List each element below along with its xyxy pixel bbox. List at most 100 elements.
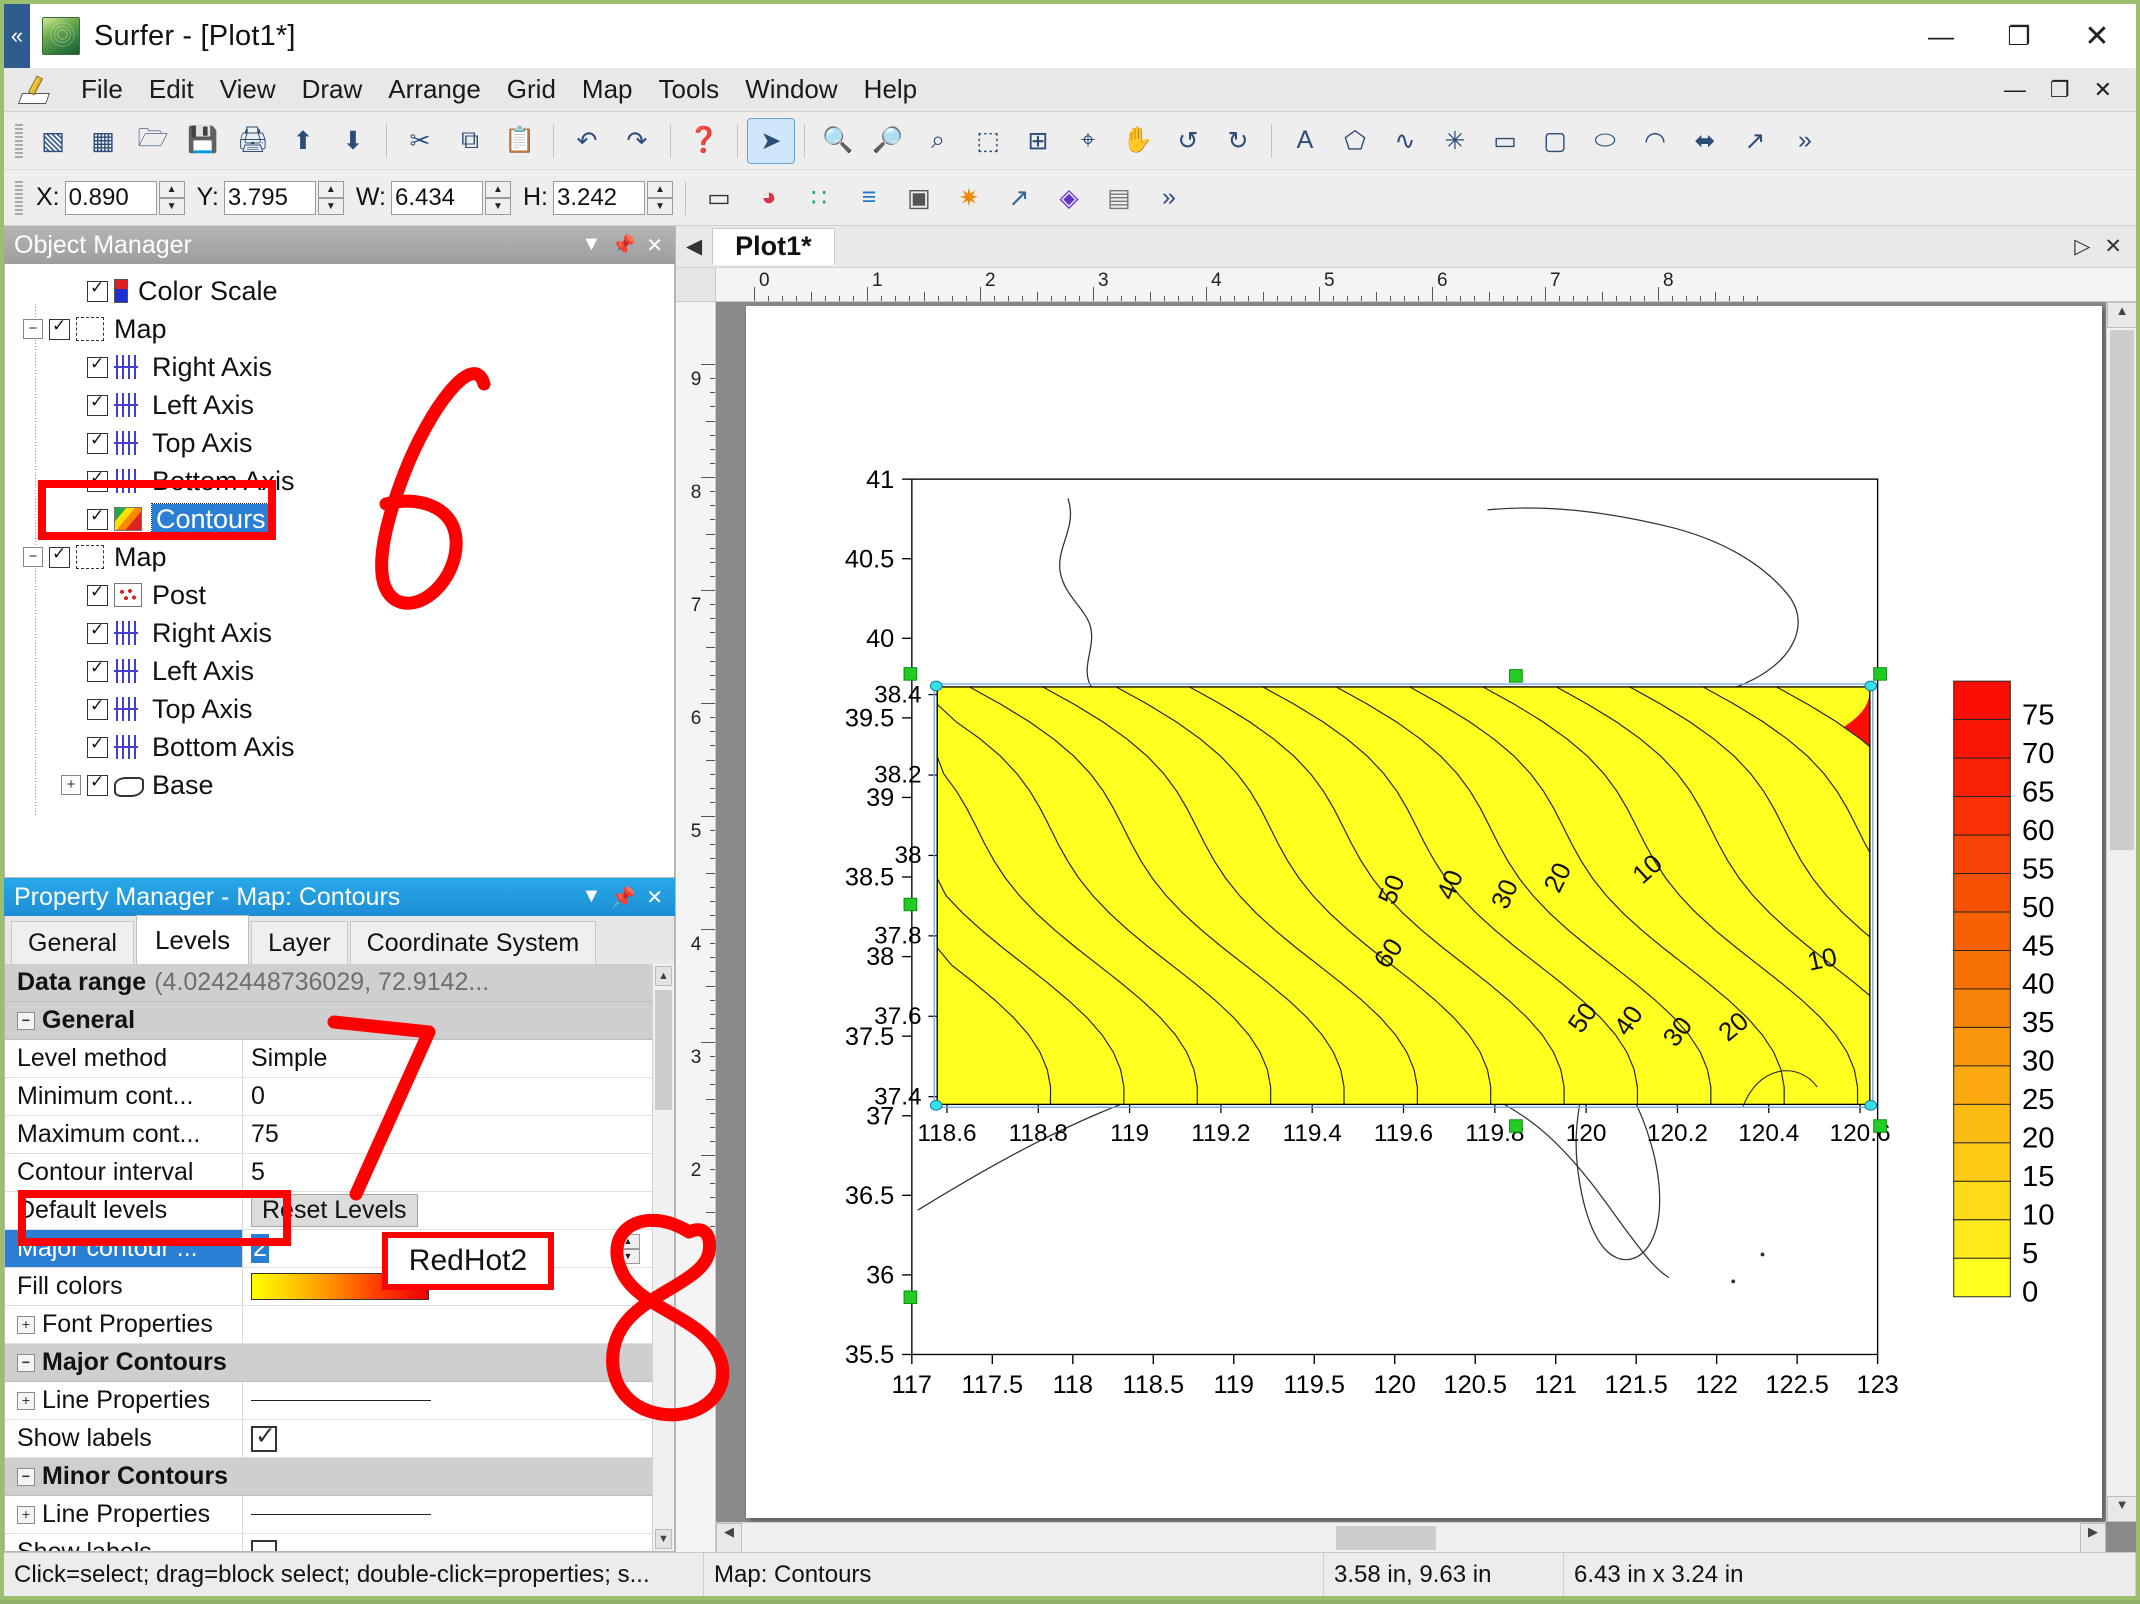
property-value-cell[interactable]: (4.0242448736029, 72.9142... <box>146 964 652 1001</box>
property-collapse-icon[interactable]: − <box>17 1468 35 1486</box>
canvas-scroll-right-icon[interactable]: ▶ <box>2080 1523 2106 1552</box>
vector-map-icon[interactable]: ↗ <box>996 176 1042 220</box>
menu-item-map[interactable]: Map <box>569 71 646 108</box>
object-tree-item-bottom-axis[interactable]: Bottom Axis <box>5 728 674 766</box>
property-row-line-properties[interactable]: +Line Properties <box>5 1496 652 1534</box>
property-expand-icon[interactable]: + <box>17 1392 35 1410</box>
property-value-cell[interactable] <box>243 1306 652 1343</box>
property-row-contour-interval[interactable]: Contour interval5 <box>5 1154 652 1192</box>
property-grid[interactable]: Data range(4.0242448736029, 72.9142...−G… <box>5 964 674 1551</box>
property-row-font-properties[interactable]: +Font Properties <box>5 1306 652 1344</box>
zoom-page-icon[interactable]: ⊞ <box>1015 119 1061 163</box>
doc-next-icon[interactable]: ▷ <box>2074 234 2090 259</box>
property-value-cell[interactable]: Simple <box>243 1040 652 1077</box>
contour-map-icon[interactable]: ◕ <box>746 176 792 220</box>
menu-item-help[interactable]: Help <box>851 71 930 108</box>
new-plot-icon[interactable]: ▧ <box>30 119 76 163</box>
zoom-in-icon[interactable]: 🔍 <box>815 119 861 163</box>
tree-expand-icon[interactable]: + <box>61 775 81 795</box>
mdi-restore-button[interactable]: ❐ <box>2038 77 2082 103</box>
help-pointer-icon[interactable]: ❓ <box>681 119 727 163</box>
selection-handle-green[interactable] <box>1874 668 1887 681</box>
menu-item-arrange[interactable]: Arrange <box>375 71 494 108</box>
y-spinner[interactable]: ▲▼ <box>318 181 344 215</box>
object-tree-item-bottom-axis[interactable]: Bottom Axis <box>5 462 674 500</box>
zoom-fit-icon[interactable]: ⌖ <box>1065 119 1111 163</box>
object-tree-item-base[interactable]: +Base <box>5 766 674 804</box>
symbol-tool-icon[interactable]: ✳ <box>1432 119 1478 163</box>
contour-map-figure[interactable]: 117117.5118118.5119119.5120120.5121121.5… <box>746 306 2102 1518</box>
object-tree-item-top-axis[interactable]: Top Axis <box>5 690 674 728</box>
property-value-cell[interactable]: 0 <box>243 1078 652 1115</box>
property-scroll-down-icon[interactable]: ▼ <box>655 1529 672 1549</box>
canvas-horizontal-scrollbar[interactable]: ◀ ▶ <box>716 1522 2106 1552</box>
h-spinner[interactable]: ▲▼ <box>647 181 673 215</box>
canvas-hscroll-thumb[interactable] <box>1336 1526 1436 1550</box>
maximize-button[interactable]: ❐ <box>1980 4 2058 68</box>
object-tree-item-contours[interactable]: Contours <box>5 500 674 538</box>
selection-handle-green[interactable] <box>904 668 917 681</box>
paste-icon[interactable]: 📋 <box>497 119 543 163</box>
rotate-right-icon[interactable]: ↻ <box>1215 119 1261 163</box>
doc-prev-icon[interactable]: ◀ <box>676 234 712 259</box>
property-row-major-contours[interactable]: −Major Contours <box>5 1344 652 1382</box>
visibility-checkbox[interactable] <box>49 319 70 340</box>
x-spinner[interactable]: ▲▼ <box>159 181 185 215</box>
property-manager-dropdown-icon[interactable]: ▼ <box>582 885 602 910</box>
menu-item-grid[interactable]: Grid <box>494 71 569 108</box>
canvas-scroll-up-icon[interactable]: ▲ <box>2107 302 2136 328</box>
object-tree-item-left-axis[interactable]: Left Axis <box>5 386 674 424</box>
minimize-button[interactable]: — <box>1902 4 1980 68</box>
copy-icon[interactable]: ⧉ <box>447 119 493 163</box>
property-value-cell[interactable] <box>135 1002 652 1039</box>
property-value-cell[interactable] <box>227 1344 652 1381</box>
visibility-checkbox[interactable] <box>87 509 108 530</box>
undo-icon[interactable]: ↶ <box>564 119 610 163</box>
shaded-relief-icon[interactable]: ✷ <box>946 176 992 220</box>
major-contour-spinner[interactable]: ▲▼ <box>616 1234 640 1264</box>
visibility-checkbox[interactable] <box>87 433 108 454</box>
visibility-checkbox[interactable] <box>87 699 108 720</box>
canvas-scroll-down-icon[interactable]: ▼ <box>2107 1496 2136 1522</box>
mdi-close-button[interactable]: ✕ <box>2082 77 2124 103</box>
visibility-checkbox[interactable] <box>87 281 108 302</box>
post-map-icon[interactable]: ∷ <box>796 176 842 220</box>
map-toolbar-overflow-button[interactable]: » <box>1146 176 1192 220</box>
menu-item-draw[interactable]: Draw <box>289 71 376 108</box>
property-row-show-labels[interactable]: Show labels <box>5 1534 652 1551</box>
horizontal-ruler[interactable]: 012345678 <box>716 268 2136 302</box>
property-grid-scrollbar[interactable]: ▲ ▼ <box>652 964 674 1551</box>
object-tree-item-right-axis[interactable]: Right Axis <box>5 614 674 652</box>
digitize-icon[interactable]: ▤ <box>1096 176 1142 220</box>
object-manager-close-icon[interactable]: ✕ <box>646 233 663 258</box>
3d-surface-icon[interactable]: ◈ <box>1046 176 1092 220</box>
import-icon[interactable]: ⬆ <box>280 119 326 163</box>
reset-levels-button[interactable]: Reset Levels <box>251 1194 418 1227</box>
document-tab-plot1[interactable]: Plot1* <box>712 228 835 265</box>
property-row-maximum-cont[interactable]: Maximum cont...75 <box>5 1116 652 1154</box>
visibility-checkbox[interactable] <box>87 471 108 492</box>
property-row-default-levels[interactable]: Default levelsReset Levels <box>5 1192 652 1230</box>
y-coordinate-input[interactable] <box>224 181 316 215</box>
property-collapse-icon[interactable]: − <box>17 1012 35 1030</box>
rotate-left-icon[interactable]: ↺ <box>1165 119 1211 163</box>
property-row-line-properties[interactable]: +Line Properties <box>5 1382 652 1420</box>
new-worksheet-icon[interactable]: ▦ <box>80 119 126 163</box>
reshape-tool-icon[interactable]: ↗ <box>1732 119 1778 163</box>
tree-collapse-icon[interactable]: − <box>23 319 43 339</box>
object-manager-tree[interactable]: Color Scale−MapRight AxisLeft AxisTop Ax… <box>4 264 675 878</box>
menu-item-edit[interactable]: Edit <box>136 71 207 108</box>
property-value-cell[interactable] <box>243 1496 652 1533</box>
height-input[interactable] <box>553 181 645 215</box>
visibility-checkbox[interactable] <box>87 737 108 758</box>
rect-tool-icon[interactable]: ▭ <box>1482 119 1528 163</box>
select-tool-icon[interactable]: ➤ <box>748 119 794 163</box>
property-collapse-icon[interactable]: − <box>17 1354 35 1372</box>
text-tool-icon[interactable]: A <box>1282 119 1328 163</box>
line-style-preview[interactable] <box>251 1514 431 1515</box>
object-tree-item-map[interactable]: −Map <box>5 310 674 348</box>
visibility-checkbox[interactable] <box>87 357 108 378</box>
base-map-icon[interactable]: ▭ <box>696 176 742 220</box>
coordinate-toolbar-grip[interactable] <box>15 181 23 215</box>
object-tree-item-right-axis[interactable]: Right Axis <box>5 348 674 386</box>
